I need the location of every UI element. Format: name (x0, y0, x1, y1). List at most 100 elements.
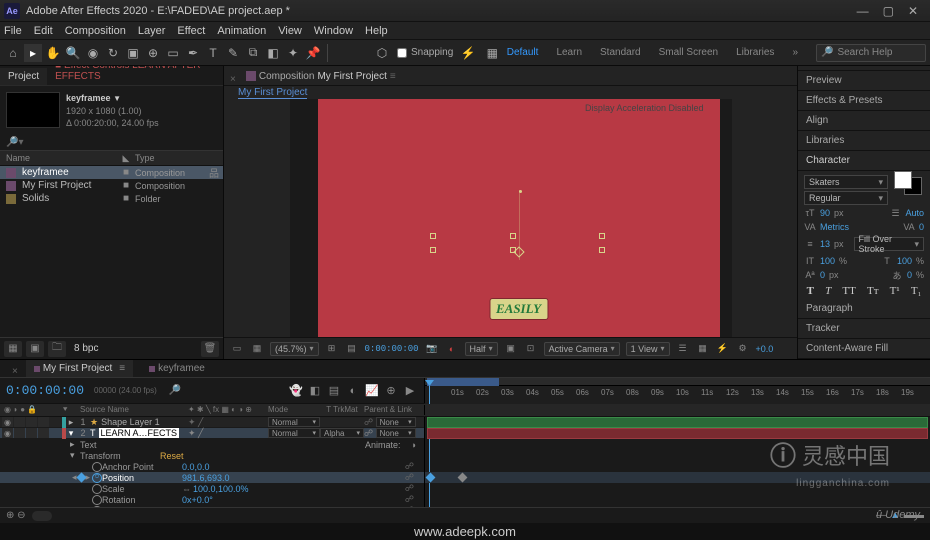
vscale-value[interactable]: 100 (820, 256, 835, 266)
timeline-current-time[interactable]: 0:00:00:00 (6, 383, 84, 398)
brainstorm-icon[interactable]: ⊕ (383, 383, 399, 399)
current-time-display[interactable]: 0:00:00:00 (365, 344, 419, 354)
kerning-value[interactable]: Metrics (820, 222, 849, 232)
clone-tool[interactable]: ⧉ (244, 44, 262, 62)
project-item-first[interactable]: My First Project ■ Composition (0, 179, 223, 192)
text-layer-easily[interactable]: EASILY (490, 299, 547, 319)
layer-row-1[interactable]: ◉ ▸ 1 ★Shape Layer 1 ✦ ╱ Normal ☍ None (0, 417, 424, 428)
panel-effects[interactable]: Effects & Presets (798, 91, 930, 111)
trash-icon[interactable]: 🗑 (201, 341, 219, 357)
puppet-tool[interactable]: 📌 (304, 44, 322, 62)
timeline-tab-first[interactable]: My First Project≡ (26, 360, 133, 377)
transparency-icon[interactable]: ▤ (345, 342, 359, 356)
workspace-standard[interactable]: Standard (600, 47, 641, 58)
orbit-tool[interactable]: ◉ (84, 44, 102, 62)
reset-transform[interactable]: Reset (160, 451, 184, 461)
render-icon[interactable]: ▶ (402, 383, 418, 399)
tab-composition[interactable]: Composition My First Project ≡ (240, 68, 402, 85)
tracking-value[interactable]: 0 (919, 222, 924, 232)
col-label-icon[interactable]: ◣ (117, 153, 135, 164)
frameblend-icon[interactable]: ▤ (326, 383, 342, 399)
panel-tracker[interactable]: Tracker (798, 319, 930, 339)
menu-help[interactable]: Help (365, 25, 388, 37)
panel-preview[interactable]: Preview (798, 71, 930, 91)
maximize-button[interactable]: ▢ (883, 4, 894, 18)
stopwatch-icon[interactable] (92, 484, 102, 494)
graph-icon[interactable]: 📈 (364, 383, 380, 399)
panel-libraries[interactable]: Libraries (798, 131, 930, 151)
hand-tool[interactable]: ✋ (44, 44, 62, 62)
resolution-dropdown[interactable]: Half (465, 342, 498, 356)
menu-file[interactable]: File (4, 25, 22, 37)
superscript-button[interactable]: T¹ (890, 285, 900, 297)
leading-value[interactable]: Auto (905, 208, 924, 218)
menu-window[interactable]: Window (314, 25, 353, 37)
baseline-value[interactable]: 0 (820, 270, 825, 280)
menu-edit[interactable]: Edit (34, 25, 53, 37)
text-tool[interactable]: T (204, 44, 222, 62)
prop-position[interactable]: ◂▸⏱ Position981.6,693.0☍ (0, 472, 424, 483)
motionblur-icon[interactable]: ◐ (345, 383, 361, 399)
switch-pane-toggle[interactable] (32, 511, 52, 521)
workspace-small[interactable]: Small Screen (659, 47, 718, 58)
stopwatch-icon[interactable] (92, 462, 102, 472)
flowchart-icon[interactable]: 品 (205, 165, 223, 180)
close-button[interactable]: ✕ (908, 4, 918, 18)
timeline-ruler[interactable]: 01s 02s 03s 04s 05s 06s 07s 08s 09s 10s … (425, 378, 930, 404)
minimize-button[interactable]: — (857, 4, 869, 18)
camera-tool[interactable]: ▣ (124, 44, 142, 62)
channel-icon[interactable]: ◐ (445, 342, 459, 356)
breadcrumb-link[interactable]: My First Project (238, 87, 307, 99)
brush-tool[interactable]: ✎ (224, 44, 242, 62)
composition-viewer[interactable]: Display Acceleration Disabled EASILY (290, 99, 732, 337)
roi-icon[interactable]: ▣ (504, 342, 518, 356)
link-icon[interactable]: ☍ (405, 461, 414, 472)
font-size-value[interactable]: 90 (820, 208, 830, 218)
pixel-aspect-icon[interactable]: ▦ (696, 342, 710, 356)
allcaps-button[interactable]: TT (842, 285, 855, 297)
panel-content-aware[interactable]: Content-Aware Fill (798, 339, 930, 359)
stopwatch-icon[interactable] (92, 495, 102, 505)
zoom-dropdown[interactable]: (45.7%) (270, 342, 319, 356)
stroke-width-value[interactable]: 13 (820, 239, 830, 249)
selection-tool[interactable]: ▸ (24, 44, 42, 62)
pen-tool[interactable]: ✒ (184, 44, 202, 62)
eraser-tool[interactable]: ◧ (264, 44, 282, 62)
pan-behind-tool[interactable]: ⊕ (144, 44, 162, 62)
menu-composition[interactable]: Composition (65, 25, 126, 37)
layer-row-2[interactable]: ◉ ▾ 2 TLEARN A…FECTS ✦ ╱ Normal Alpha ☍ … (0, 428, 424, 439)
new-comp-icon[interactable]: ▣ (26, 341, 44, 357)
workspace-more-icon[interactable]: » (792, 47, 798, 58)
prop-rotation[interactable]: Rotation0x+0.0°☍ (0, 494, 424, 505)
search-help-input[interactable]: 🔎 Search Help (816, 44, 926, 62)
link-icon[interactable]: ☍ (405, 472, 414, 483)
new-folder-icon[interactable]: 🗀 (48, 341, 66, 357)
tab-project[interactable]: Project (0, 68, 47, 85)
project-search[interactable]: 🔎▾ (0, 135, 223, 150)
parent-dropdown[interactable]: None (376, 428, 416, 438)
smallcaps-button[interactable]: Tᴛ (867, 285, 879, 297)
keyframe-nav[interactable] (76, 473, 86, 483)
group-text[interactable]: ▸Text Animate:◑ (0, 439, 424, 450)
parent-dropdown[interactable]: None (376, 417, 416, 427)
col-type[interactable]: Type (135, 153, 205, 163)
bpc-toggle[interactable]: 8 bpc (74, 343, 98, 354)
stopwatch-icon[interactable]: ⏱ (92, 473, 102, 483)
tsume-value[interactable]: 0 (907, 270, 912, 280)
view-opt-icon[interactable]: ☰ (676, 342, 690, 356)
rotate-tool[interactable]: ↻ (104, 44, 122, 62)
home-icon[interactable]: ⌂ (4, 44, 22, 62)
timeline-tracks[interactable] (425, 417, 930, 507)
shape-tool[interactable]: ▭ (164, 44, 182, 62)
panel-character[interactable]: Character (798, 151, 930, 171)
fill-icon[interactable]: ▦ (483, 44, 501, 62)
italic-button[interactable]: T (825, 285, 831, 297)
link-icon[interactable]: ☍ (405, 494, 414, 505)
zoom-tool[interactable]: 🔍 (64, 44, 82, 62)
trkmat-dropdown[interactable]: Alpha (320, 428, 364, 438)
menu-view[interactable]: View (278, 25, 302, 37)
hscale-value[interactable]: 100 (897, 256, 912, 266)
draft3d-icon[interactable]: ◧ (307, 383, 323, 399)
group-transform[interactable]: ▾Transform Reset (0, 450, 424, 461)
snapshot-icon[interactable]: 📷 (425, 342, 439, 356)
